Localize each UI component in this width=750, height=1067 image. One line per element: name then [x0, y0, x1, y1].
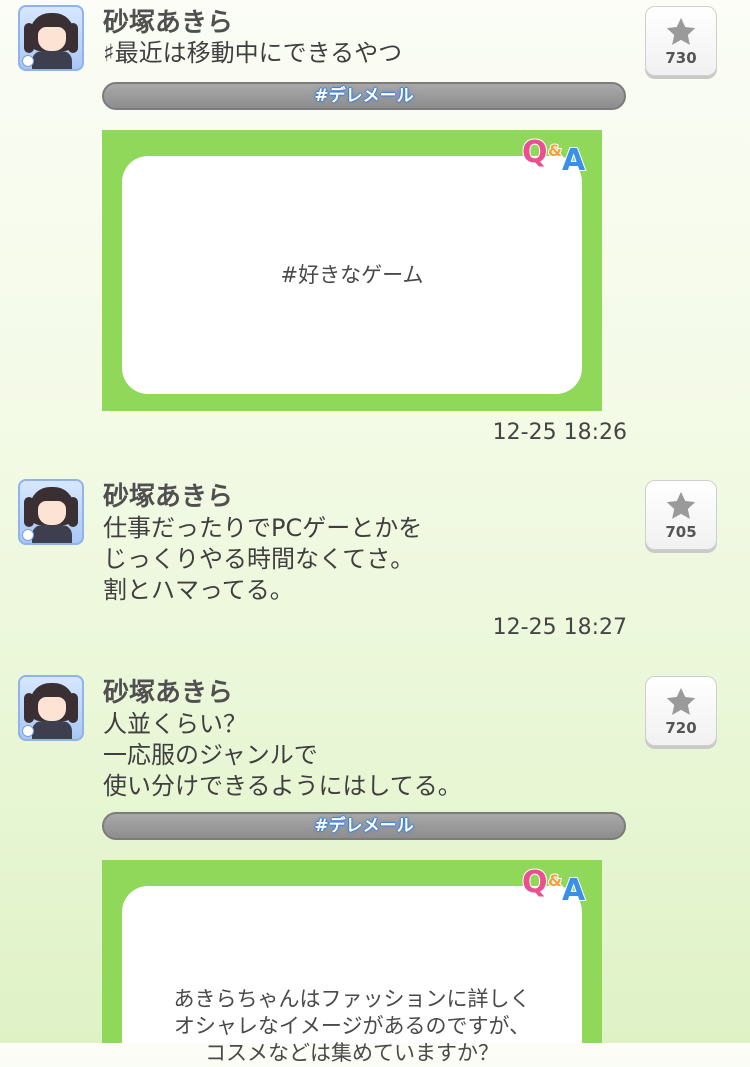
hashtag-label: #デレメール: [314, 86, 414, 106]
hashtag-label: #デレメール: [314, 816, 414, 836]
qa-card[interactable]: #好きなゲーム Q & A: [102, 130, 602, 411]
svg-text:Q: Q: [522, 135, 548, 170]
star-button[interactable]: 720: [645, 676, 717, 746]
post-message: 人並くらい？ 一応服のジャンルで 使い分けできるようにはしてる。: [103, 710, 462, 800]
qa-question: #好きなゲーム: [280, 262, 424, 287]
star-count: 730: [665, 49, 697, 67]
svg-text:&: &: [548, 871, 562, 890]
hashtag-bar[interactable]: #デレメール: [102, 812, 626, 840]
post-message: ♯最近は移動中にできるやつ: [103, 39, 403, 67]
star-icon: [666, 17, 696, 45]
avatar[interactable]: [18, 479, 84, 545]
qa-logo-icon: Q & A: [521, 864, 587, 904]
star-count: 705: [665, 523, 697, 541]
badge-icon: [22, 725, 34, 737]
svg-text:Q: Q: [522, 865, 548, 900]
qa-question: あきらちゃんはファッションに詳しく オシャレなイメージがあるのですが、 コスメな…: [173, 987, 531, 1065]
poster-name: 砂塚あきら: [103, 678, 234, 708]
poster-name: 砂塚あきら: [103, 482, 234, 512]
svg-text:&: &: [548, 141, 562, 160]
star-icon: [666, 687, 696, 715]
svg-text:A: A: [562, 143, 586, 174]
star-button[interactable]: 705: [645, 480, 717, 550]
timestamp: 12-25 18:26: [492, 420, 627, 445]
avatar[interactable]: [18, 675, 84, 741]
star-count: 720: [665, 719, 697, 737]
qa-card-body: #好きなゲーム: [122, 156, 582, 394]
qa-logo-icon: Q & A: [521, 134, 587, 174]
badge-icon: [22, 529, 34, 541]
qa-card-body: あきらちゃんはファッションに詳しく オシャレなイメージがあるのですが、 コスメな…: [122, 886, 582, 1065]
avatar[interactable]: [18, 5, 84, 71]
qa-card[interactable]: あきらちゃんはファッションに詳しく オシャレなイメージがあるのですが、 コスメな…: [102, 860, 602, 1065]
svg-text:A: A: [562, 873, 586, 904]
hashtag-bar[interactable]: #デレメール: [102, 82, 626, 110]
post-message: 仕事だったりでPCゲーとかを じっくりやる時間なくてさ。 割とハマってる。: [103, 514, 423, 604]
badge-icon: [22, 55, 34, 67]
poster-name: 砂塚あきら: [103, 8, 234, 38]
timestamp: 12-25 18:27: [492, 615, 627, 640]
star-icon: [666, 491, 696, 519]
star-button[interactable]: 730: [645, 6, 717, 76]
